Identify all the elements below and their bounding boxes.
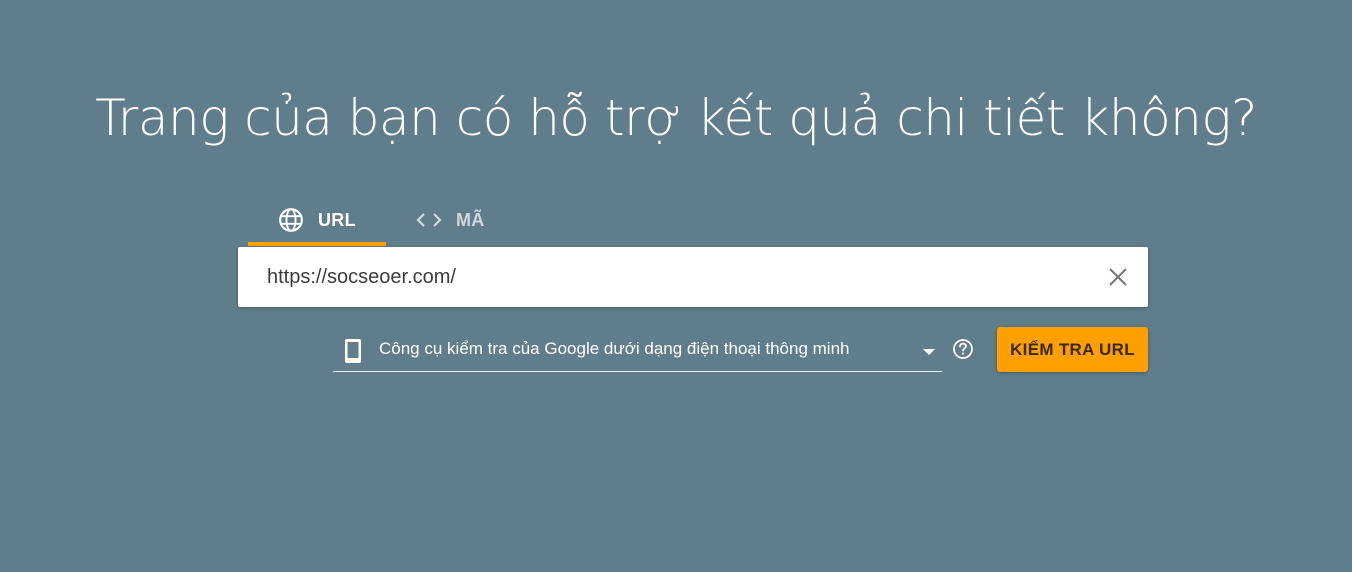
tab-code[interactable]: MÃ: [386, 194, 526, 246]
globe-icon: [279, 208, 303, 232]
tab-url-label: URL: [318, 209, 356, 230]
code-icon: [416, 213, 442, 227]
device-select-value: Công cụ kiểm tra của Google dưới dạng đi…: [379, 339, 850, 358]
help-icon[interactable]: [952, 338, 974, 360]
url-input-box: [238, 247, 1148, 307]
input-mode-tabs: URL MÃ: [248, 194, 526, 246]
tab-code-label: MÃ: [456, 209, 485, 230]
chevron-down-icon: [923, 349, 935, 355]
clear-button[interactable]: [1106, 265, 1130, 289]
url-input[interactable]: [267, 247, 1087, 307]
page-title: Trang của bạn có hỗ trợ kết quả chi tiết…: [95, 89, 1257, 147]
device-select[interactable]: Công cụ kiểm tra của Google dưới dạng đi…: [333, 328, 942, 372]
test-url-button[interactable]: KIỂM TRA URL: [997, 327, 1148, 372]
tab-url[interactable]: URL: [248, 194, 386, 246]
smartphone-icon: [345, 339, 361, 363]
close-icon: [1109, 268, 1127, 286]
